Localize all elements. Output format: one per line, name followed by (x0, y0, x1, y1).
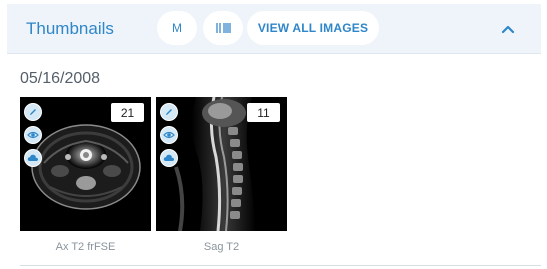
pencil-icon (166, 109, 172, 115)
cloud-icon (27, 154, 39, 161)
pencil-icon (30, 109, 36, 115)
panel-title: Thumbnails (26, 19, 114, 38)
image-count-badge: 11 (247, 103, 280, 122)
series-caption: Sag T2 (203, 241, 240, 253)
view-all-images-label: VIEW ALL IMAGES (257, 21, 369, 35)
divider (20, 265, 541, 266)
series-layout-button[interactable] (203, 11, 243, 45)
visibility-tool-button[interactable] (24, 126, 42, 144)
cloud-icon (163, 154, 175, 161)
eye-icon (163, 131, 175, 139)
study-date: 05/16/2008 (20, 70, 101, 87)
m-button[interactable]: M (157, 11, 197, 45)
thumbnails-panel: Thumbnails M VIEW ALL IMAGES 05/16/2008 (7, 4, 541, 266)
annotate-tool-button[interactable] (160, 103, 178, 121)
series-thumbnail[interactable]: 21 (20, 97, 151, 231)
visibility-tool-button[interactable] (160, 126, 178, 144)
eye-icon (27, 131, 39, 139)
series-thumbnail[interactable]: 11 (156, 97, 287, 231)
series-layout-icon (215, 23, 231, 33)
m-button-label: M (172, 21, 182, 35)
cloud-tool-button[interactable] (160, 149, 178, 167)
collapse-button[interactable] (495, 16, 521, 42)
image-count-badge: 21 (111, 103, 144, 122)
panel-header: Thumbnails M VIEW ALL IMAGES (7, 4, 541, 54)
chevron-up-icon (501, 25, 515, 34)
cloud-tool-button[interactable] (24, 149, 42, 167)
series-caption: Ax T2 frFSE (55, 241, 116, 253)
view-all-images-button[interactable]: VIEW ALL IMAGES (247, 11, 379, 45)
annotate-tool-button[interactable] (24, 103, 42, 121)
